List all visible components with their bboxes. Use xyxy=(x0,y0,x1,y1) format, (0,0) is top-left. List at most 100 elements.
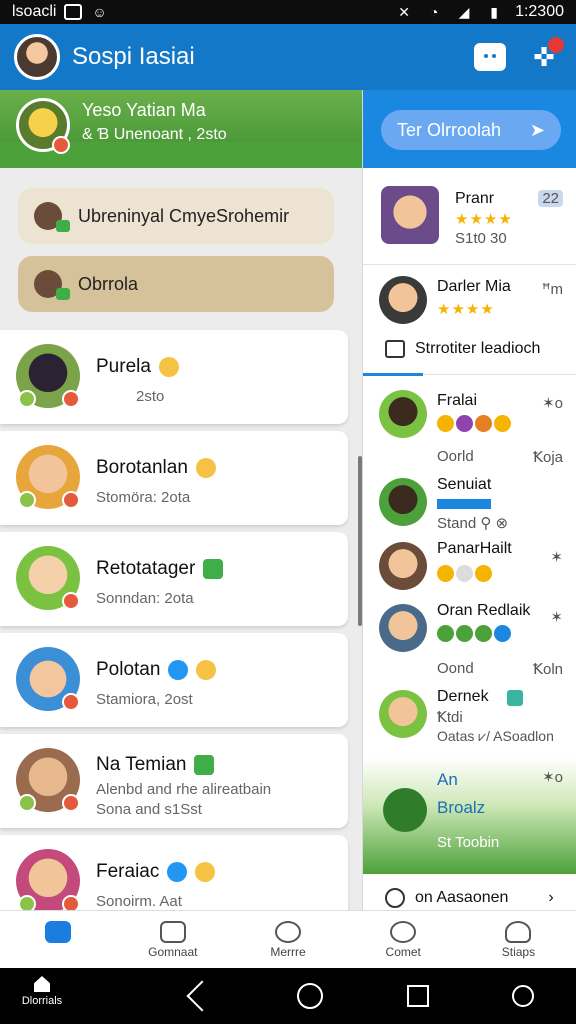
friend-badge: ✶ xyxy=(550,609,563,626)
hero-subtitle: & Ɓ Unenoant , 2sto xyxy=(82,126,227,143)
chat-list-panel: Yeso Yatian Ma & Ɓ Unenoant , 2sto Ubren… xyxy=(0,90,362,988)
contact-name: Polotan xyxy=(96,659,161,680)
signal-icon: ◢ xyxy=(458,4,470,20)
contact-row[interactable]: Borotanlan Stomöra: 2ota xyxy=(0,431,348,525)
friend-row[interactable]: PanarHailt ✶ xyxy=(363,540,576,596)
avatar-icon xyxy=(34,270,70,300)
wifi-icon: ◔ xyxy=(429,4,439,20)
friend-avatar xyxy=(379,542,427,590)
nav-home-shortcut[interactable]: Dlorrials xyxy=(20,976,64,1007)
friend-badge: ✶ xyxy=(550,549,563,566)
emoji-icon xyxy=(196,659,217,680)
game-subtitle: St Toobin xyxy=(437,834,500,851)
app-bar: Sospi Iasiai ✜ xyxy=(0,24,576,90)
contact-name: Feraiac xyxy=(96,861,160,882)
leaderboard-section-header[interactable]: Strrotiter leadioch xyxy=(385,340,540,358)
emoji-icon: ☺ xyxy=(92,4,107,20)
friend-sub: Stand ⚲ ⊗ xyxy=(437,515,509,532)
contact-meta: Sonndan: 2ota xyxy=(96,590,194,607)
profile-name: Pranr xyxy=(455,190,495,207)
tab-merrre[interactable]: Merrre xyxy=(230,911,345,968)
recent-section-header[interactable]: on Aasaonen › xyxy=(385,888,554,908)
tab-comet[interactable]: Comet xyxy=(346,911,461,968)
back-icon[interactable] xyxy=(186,980,218,1012)
profile-avatar xyxy=(381,186,439,244)
hero-status-badge xyxy=(52,136,70,154)
pill-label: Obrrola xyxy=(78,273,139,294)
emoji-icon xyxy=(195,861,216,882)
emoji-icon xyxy=(158,356,179,377)
contact-meta: Stamiora, 2ost xyxy=(96,691,193,708)
tab-indicator xyxy=(363,373,423,376)
profile-stat: S1t0 30 xyxy=(455,230,507,247)
contact-meta: 2sto xyxy=(136,388,165,405)
friend-right: Ꝁoja xyxy=(533,449,563,466)
section-title: on Aasaonen xyxy=(415,889,509,906)
verified-icon xyxy=(194,754,215,775)
nav-home-label: Dlorrials xyxy=(21,995,63,1007)
home-icon xyxy=(34,976,50,992)
home-icon xyxy=(44,921,71,943)
call-to-action-button[interactable]: Ter Olrroolah ➤ xyxy=(381,110,561,150)
status-badge xyxy=(62,491,80,509)
friend-row[interactable]: Oran Redlaik ✶ Oond Ꝁoln xyxy=(363,600,576,680)
star-rating: ★★★★ xyxy=(455,211,513,228)
status-badge xyxy=(62,693,80,711)
friend-name: PanarHailt xyxy=(437,540,512,557)
friend-row[interactable]: Dernek Ꝁtdi Oatas ⩗/ ASoadlon xyxy=(363,686,576,750)
avatar-icon xyxy=(34,202,70,232)
profile-hero-banner[interactable]: Yeso Yatian Ma & Ɓ Unenoant , 2sto xyxy=(0,90,362,168)
status-badge xyxy=(62,592,80,610)
battery-icon: ▮ xyxy=(490,4,498,20)
group-pill[interactable]: Obrrola xyxy=(18,256,334,312)
arrow-icon: ➤ xyxy=(529,119,545,140)
verified-icon xyxy=(168,659,189,680)
friends-icon[interactable]: ✜ xyxy=(526,37,564,73)
friend-sub: Oond xyxy=(437,660,474,677)
game-card[interactable]: An Broalz ✶o St Toobin xyxy=(363,758,576,874)
achievement-icons xyxy=(437,414,511,432)
accessibility-icon[interactable] xyxy=(512,985,535,1007)
pill-label: Ubreninyal CmyeSrohemir xyxy=(78,205,290,226)
tab-gomnaat[interactable]: Gomnaat xyxy=(115,911,230,968)
mute-icon: ✕ xyxy=(398,4,410,20)
status-bar: Ɩsoacli ☺ ✕ ◔ ◢ ▮ 1:2300 xyxy=(0,0,576,24)
profile-avatar[interactable] xyxy=(14,34,60,80)
tab-label: Gomnaat xyxy=(148,945,198,959)
tree-image xyxy=(383,788,427,832)
contact-row[interactable]: Na Temian Alenbd and rhe alireatbain Son… xyxy=(0,734,348,828)
suggestion-pill[interactable]: Ubreninyal CmyeSrohemir xyxy=(18,188,334,244)
contact-row[interactable]: Retotatager Sonndan: 2ota xyxy=(0,532,348,626)
recents-icon[interactable] xyxy=(406,985,429,1007)
friend-name: Senuiat xyxy=(437,476,492,493)
friend-sub: Ꝁtdi xyxy=(437,709,463,726)
achievement-icons xyxy=(437,564,492,582)
contact-name: Retotatager xyxy=(96,558,196,579)
tab-stiaps[interactable]: Stiaps xyxy=(461,911,576,968)
status-badge xyxy=(62,794,80,812)
home-button-icon[interactable] xyxy=(296,983,323,1009)
friend-name: Oran Redlaik xyxy=(437,602,531,619)
friend-badge: ✶o xyxy=(542,395,563,412)
online-badge xyxy=(18,390,36,408)
profile-avatar xyxy=(379,276,427,324)
status-badge xyxy=(62,390,80,408)
contact-meta: Alenbd and rhe alireatbain Sona and s1Ss… xyxy=(96,781,272,818)
section-title: Strrotiter leadioch xyxy=(415,340,541,357)
friend-row[interactable]: Fralai ✶o Oorld Ꝁoja xyxy=(363,386,576,466)
hero-title: Yeso Yatian Ma xyxy=(82,100,206,120)
top-profile-row[interactable]: Pranr 22 ★★★★ S1t0 30 xyxy=(363,182,576,258)
friend-extra: Oatas ⩗/ ASoadlon xyxy=(437,728,554,744)
emoji-icon xyxy=(195,457,216,478)
contact-name: Borotanlan xyxy=(96,457,188,478)
app-title: Sospi Iasiai xyxy=(72,43,195,70)
tab-label: Merrre xyxy=(270,945,306,959)
top-profile-row[interactable]: Darler Mia ꟸm ★★★★ xyxy=(363,272,576,342)
rank-badge: ꟸm xyxy=(541,281,563,298)
tab-home[interactable] xyxy=(0,911,115,968)
profile-name: Darler Mia xyxy=(437,278,511,295)
friend-row[interactable]: Senuiat Stand ⚲ ⊗ xyxy=(363,474,576,538)
contact-row[interactable]: Purela 2sto xyxy=(0,330,348,424)
contact-row[interactable]: Polotan Stamiora, 2ost xyxy=(0,633,348,727)
messages-icon[interactable] xyxy=(474,43,506,71)
